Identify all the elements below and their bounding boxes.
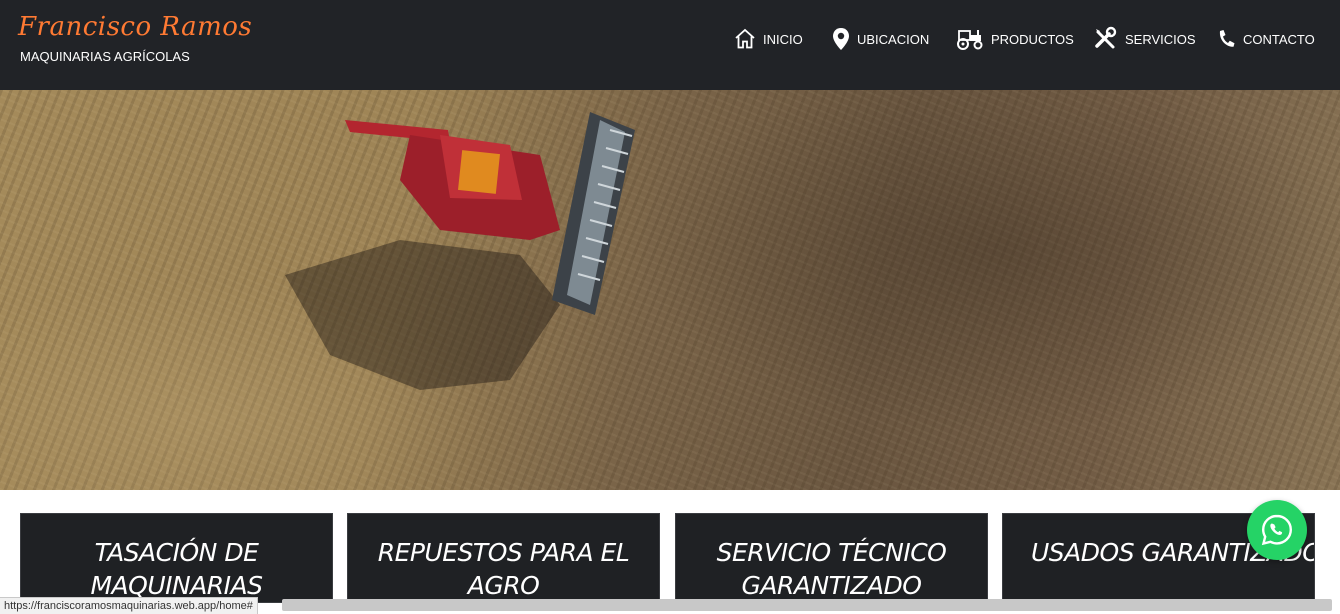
nav-label: SERVICIOS	[1125, 31, 1196, 47]
nav-label: INICIO	[763, 31, 803, 47]
status-bar-url: https://franciscoramosmaquinarias.web.ap…	[0, 597, 258, 614]
nav-inicio[interactable]: INICIO	[733, 26, 803, 52]
nav-contacto[interactable]: CONTACTO	[1215, 26, 1315, 52]
card-title-line2: GARANTIZADO	[741, 571, 922, 600]
hero-banner	[0, 90, 1340, 490]
brand-tagline: MAQUINARIAS AGRÍCOLAS	[20, 49, 190, 64]
card-title-line1: REPUESTOS PARA EL	[377, 538, 630, 567]
service-card-repuestos[interactable]: REPUESTOS PARA EL AGRO	[347, 513, 660, 603]
nav-servicios[interactable]: SERVICIOS	[1093, 26, 1196, 52]
nav-ubicacion[interactable]: UBICACION	[831, 26, 929, 52]
nav-label: CONTACTO	[1243, 31, 1315, 47]
phone-icon	[1219, 30, 1235, 47]
home-icon	[735, 28, 755, 49]
brand-name[interactable]: Francisco Ramos	[18, 12, 252, 42]
nav-label: PRODUCTOS	[991, 31, 1074, 47]
map-pin-icon	[833, 28, 849, 50]
site-header: Francisco Ramos MAQUINARIAS AGRÍCOLAS IN…	[0, 0, 1340, 90]
card-title-line1: TASACIÓN DE	[94, 538, 259, 567]
whatsapp-button[interactable]	[1247, 500, 1307, 560]
card-title-line2: AGRO	[467, 571, 540, 600]
nav-productos[interactable]: PRODUCTOS	[955, 26, 1074, 52]
service-card-tasacion[interactable]: TASACIÓN DE MAQUINARIAS	[20, 513, 333, 603]
card-title-line1: SERVICIO TÉCNICO	[716, 538, 947, 567]
service-card-servicio-tecnico[interactable]: SERVICIO TÉCNICO GARANTIZADO	[675, 513, 988, 603]
horizontal-scrollbar[interactable]	[282, 599, 1332, 611]
nav-label: UBICACION	[857, 31, 930, 47]
combine-harvester-image	[285, 112, 635, 390]
tools-icon	[1095, 26, 1117, 49]
tractor-icon	[957, 30, 983, 50]
whatsapp-icon	[1261, 514, 1293, 546]
